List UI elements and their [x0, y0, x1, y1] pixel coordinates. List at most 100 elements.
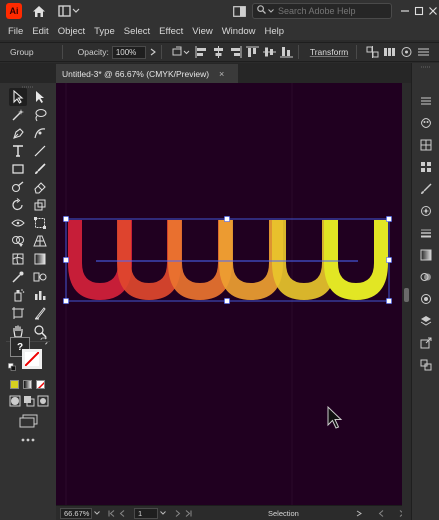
menu-edit[interactable]: Edit [32, 26, 48, 37]
lasso-tool-icon[interactable] [31, 106, 49, 124]
column-graph-tool-icon[interactable] [31, 286, 49, 304]
gradient-panel-icon[interactable] [418, 247, 434, 263]
stroke-panel-icon[interactable] [418, 225, 434, 241]
align-middle-icon[interactable] [262, 45, 276, 59]
next-artboard-icon[interactable] [174, 509, 181, 517]
symbol-sprayer-tool-icon[interactable] [9, 286, 27, 304]
scale-tool-icon[interactable] [31, 196, 49, 214]
chevron-down-icon[interactable] [94, 511, 100, 515]
menu-window[interactable]: Window [222, 26, 256, 37]
distribute-icon[interactable] [383, 45, 396, 59]
draw-inside-icon[interactable] [36, 394, 50, 408]
arrange-documents-icon[interactable] [56, 2, 82, 20]
status-menu-icon[interactable] [356, 510, 362, 517]
free-transform-tool-icon[interactable] [31, 214, 49, 232]
illustrator-logo: Ai [6, 3, 22, 19]
pen-tool-icon[interactable] [9, 124, 27, 142]
close-icon[interactable] [426, 4, 439, 18]
artboards-panel-icon[interactable] [418, 357, 434, 373]
search-input[interactable] [278, 6, 390, 16]
layers-panel-icon[interactable] [418, 313, 434, 329]
previous-artboard-icon[interactable] [119, 509, 126, 517]
isolate-group-icon[interactable] [366, 45, 379, 59]
align-right-icon[interactable] [229, 45, 242, 59]
color-mode-button[interactable] [10, 380, 19, 389]
rotate-tool-icon[interactable] [9, 196, 27, 214]
menu-type[interactable]: Type [94, 26, 115, 37]
transparency-panel-icon[interactable] [418, 269, 434, 285]
chevron-down-icon[interactable] [160, 511, 166, 515]
recolor-icon[interactable] [400, 45, 413, 59]
symbols-panel-icon[interactable] [418, 203, 434, 219]
slice-tool-icon[interactable] [31, 304, 49, 322]
close-tab-icon[interactable]: × [219, 69, 224, 79]
align-to-selection-icon[interactable] [171, 45, 191, 59]
shaper-tool-icon[interactable] [9, 178, 27, 196]
artboard-number-field[interactable]: 1 [134, 507, 158, 519]
transform-button[interactable]: Transform [310, 47, 348, 57]
direct-selection-tool-icon[interactable] [31, 88, 49, 106]
last-artboard-icon[interactable] [185, 509, 192, 517]
brushes-panel-icon[interactable] [418, 181, 434, 197]
mesh-tool-icon[interactable] [9, 250, 27, 268]
type-tool-icon[interactable] [9, 142, 27, 160]
none-mode-button[interactable] [36, 380, 45, 389]
shape-builder-tool-icon[interactable] [9, 232, 27, 250]
menu-file[interactable]: File [8, 26, 23, 37]
artboard-tool-icon[interactable] [9, 304, 27, 322]
swap-fill-stroke-icon[interactable] [40, 336, 48, 345]
edit-toolbar-icon[interactable] [19, 435, 37, 445]
align-top-icon[interactable] [245, 45, 259, 59]
u-shape-blend[interactable] [68, 220, 388, 300]
color-guide-icon[interactable] [418, 137, 434, 153]
first-artboard-icon[interactable] [108, 509, 115, 517]
default-colors-icon[interactable] [8, 363, 16, 371]
home-icon[interactable] [30, 2, 48, 20]
gradient-tool-icon[interactable] [31, 250, 49, 268]
screen-mode-icon[interactable] [18, 413, 40, 429]
menu-object[interactable]: Object [58, 26, 85, 37]
workspace-switcher-icon[interactable] [230, 2, 248, 20]
width-tool-icon[interactable] [9, 214, 27, 232]
help-search[interactable] [252, 3, 392, 19]
menu-help[interactable]: Help [265, 26, 285, 37]
export-panel-icon[interactable] [418, 335, 434, 351]
chevron-right-icon[interactable] [150, 45, 156, 59]
opacity-field[interactable]: 100% [111, 45, 146, 59]
eyedropper-tool-icon[interactable] [9, 268, 27, 286]
gradient-mode-button[interactable] [23, 380, 32, 389]
minimize-icon[interactable] [398, 4, 412, 18]
zoom-level-field[interactable]: 66.67% [60, 507, 92, 519]
more-options-icon[interactable] [417, 45, 430, 59]
magic-wand-tool-icon[interactable] [9, 106, 27, 124]
blend-tool-icon[interactable] [31, 268, 49, 286]
align-left-icon[interactable] [195, 45, 208, 59]
line-segment-tool-icon[interactable] [31, 142, 49, 160]
canvas[interactable] [56, 83, 403, 505]
color-panel-icon[interactable] [418, 115, 434, 131]
paintbrush-tool-icon[interactable] [31, 160, 49, 178]
perspective-grid-tool-icon[interactable] [31, 232, 49, 250]
selection-tool-icon[interactable] [9, 88, 27, 106]
draw-normal-icon[interactable] [8, 394, 22, 408]
tools-panel: ? [0, 83, 56, 520]
vertical-scrollbar[interactable] [402, 83, 411, 505]
align-center-icon[interactable] [212, 45, 225, 59]
eraser-tool-icon[interactable] [31, 178, 49, 196]
curvature-tool-icon[interactable] [31, 124, 49, 142]
menu-effect[interactable]: Effect [159, 26, 183, 37]
panel-grip-icon[interactable] [421, 66, 431, 69]
properties-panel-icon[interactable] [418, 93, 434, 109]
appearance-panel-icon[interactable] [418, 291, 434, 307]
menu-select[interactable]: Select [124, 26, 150, 37]
menu-view[interactable]: View [192, 26, 212, 37]
rectangle-tool-icon[interactable] [9, 160, 27, 178]
align-bottom-icon[interactable] [279, 45, 293, 59]
restore-icon[interactable] [412, 4, 426, 18]
scrollbar-thumb[interactable] [404, 288, 409, 302]
document-tab[interactable]: Untitled-3* @ 66.67% (CMYK/Preview) × [56, 64, 238, 83]
draw-behind-icon[interactable] [22, 394, 36, 408]
swatches-panel-icon[interactable] [418, 159, 434, 175]
stroke-swatch[interactable] [22, 349, 42, 369]
scroll-left-icon[interactable] [378, 509, 385, 517]
